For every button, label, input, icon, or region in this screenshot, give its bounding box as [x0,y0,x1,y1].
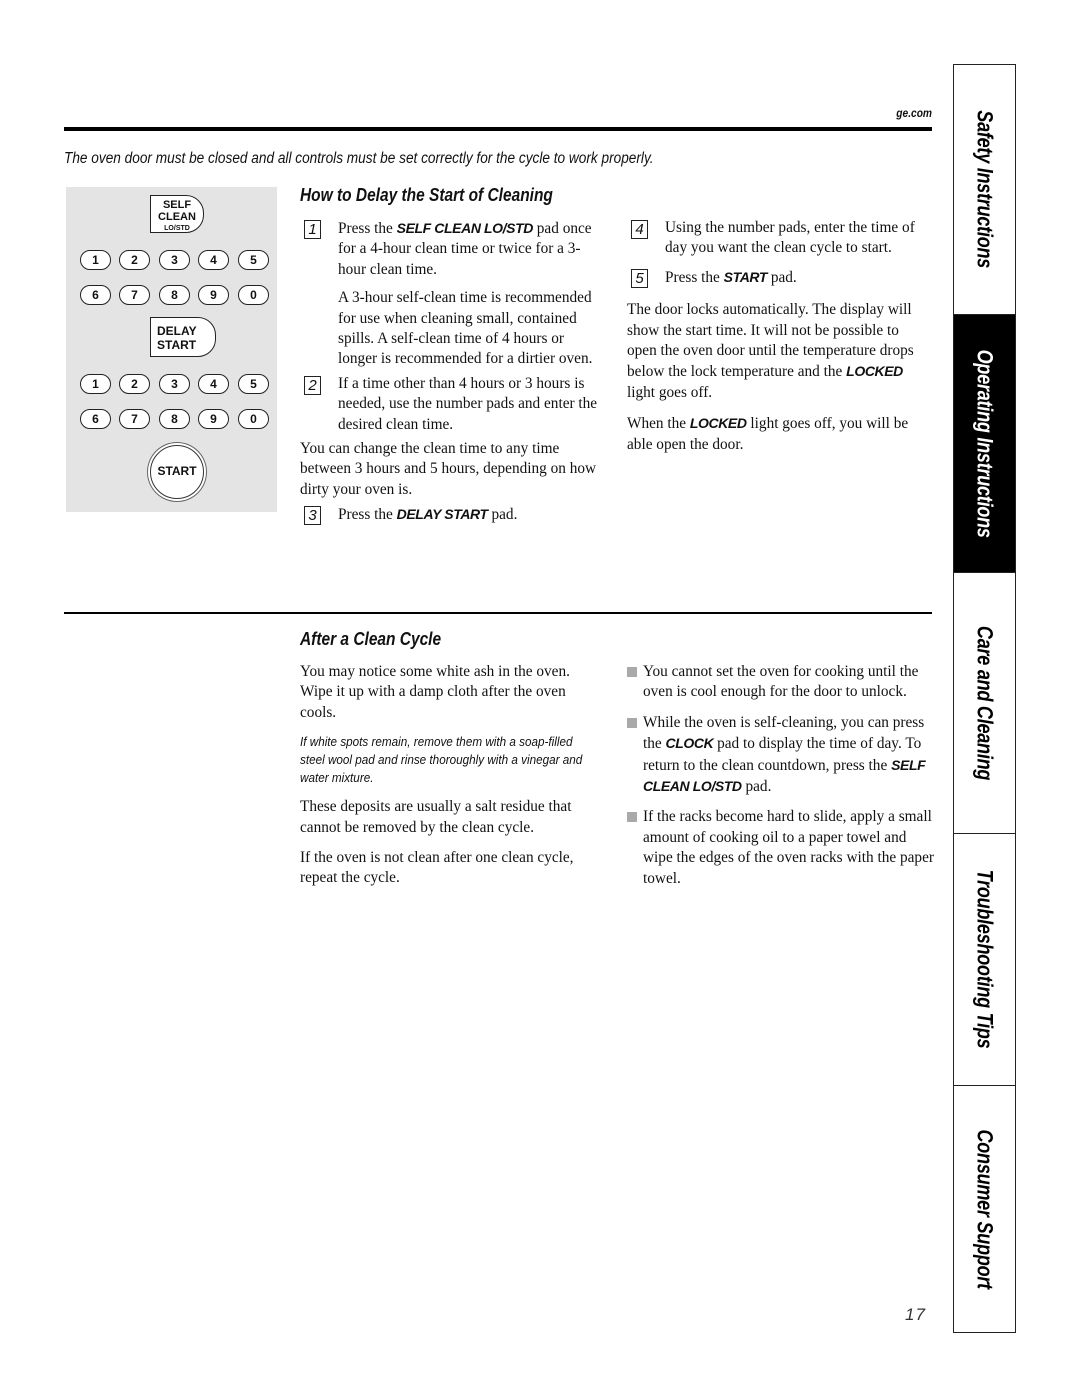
delay-start-pad: DELAY START [150,317,216,357]
step-5: 5 Press the START pad. [627,267,932,288]
digit-pad: 7 [119,409,150,429]
digit-pad: 0 [238,409,269,429]
tab-safety-instructions[interactable]: Safety Instructions [953,64,1016,315]
step-3: 3 Press the DELAY START pad. [300,504,600,526]
step-number: 1 [304,220,321,239]
start-pad: START [150,445,204,499]
step-number: 3 [304,506,321,526]
white-spots-note: If white spots remain, remove them with … [300,734,583,786]
step-2: 2 If a time other than 4 hours or 3 hour… [300,374,600,435]
digit-pad: 9 [198,285,229,305]
digit-pad: 4 [198,374,229,394]
digit-pad: 8 [159,409,190,429]
repeat-cycle-paragraph: If the oven is not clean after one clean… [300,849,574,887]
page-number: 17 [905,1305,926,1324]
digit-pad: 4 [198,250,229,270]
step-1: 1 Press the SELF CLEAN LO/STD pad once f… [300,218,600,280]
after-section-title: After a Clean Cycle [300,629,442,649]
delay-section-title: How to Delay the Start of Cleaning [300,185,553,205]
door-lock-paragraph: The door locks automatically. The displa… [627,301,914,401]
digit-pad: 3 [159,374,190,394]
digit-pad: 0 [238,285,269,305]
digit-pad: 3 [159,250,190,270]
digit-pad: 8 [159,285,190,305]
bullet-square-icon [627,812,637,823]
tab-operating-instructions[interactable]: Operating Instructions [953,314,1016,573]
self-clean-pad: SELF CLEAN LO/STD [150,195,204,233]
delay-left-column: 1 Press the SELF CLEAN LO/STD pad once f… [300,218,600,534]
header-rule [64,127,932,131]
tab-consumer-support[interactable]: Consumer Support [953,1085,1016,1333]
digit-pad: 1 [80,250,111,270]
digit-pad: 2 [119,374,150,394]
bullet-item: While the oven is self-cleaning, you can… [627,713,937,798]
tab-care-and-cleaning[interactable]: Care and Cleaning [953,572,1016,834]
site-url[interactable]: ge.com [871,106,932,120]
step-number: 4 [631,220,648,239]
section-rule [64,612,932,614]
bullet-item: You cannot set the oven for cooking unti… [627,662,937,703]
salt-residue-paragraph: These deposits are usually a salt residu… [300,798,572,836]
delay-right-column: 4 Using the number pads, enter the time … [627,218,932,465]
after-right-column: You cannot set the oven for cooking unti… [627,662,937,899]
digit-pad: 5 [238,374,269,394]
after-left-column: You may notice some white ash in the ove… [300,662,605,899]
door-open-paragraph: When the LOCKED light goes off, you will… [627,415,909,453]
bullet-square-icon [627,717,637,728]
step-1-note: A 3-hour self-clean time is recommended … [338,289,593,368]
change-time-note: You can change the clean time to any tim… [300,440,597,498]
control-panel-illustration: SELF CLEAN LO/STD 1 2 3 4 5 6 7 8 9 0 DE… [66,187,277,512]
digit-pad: 6 [80,285,111,305]
step-number: 2 [304,375,321,395]
digit-pad: 1 [80,374,111,394]
digit-pad: 9 [198,409,229,429]
digit-pad: 2 [119,250,150,270]
digit-pad: 7 [119,285,150,305]
ash-paragraph: You may notice some white ash in the ove… [300,663,570,721]
intro-text: The oven door must be closed and all con… [64,150,654,167]
bullet-square-icon [627,667,637,677]
tab-troubleshooting-tips[interactable]: Troubleshooting Tips [953,833,1016,1086]
step-4: 4 Using the number pads, enter the time … [627,218,932,259]
digit-pad: 5 [238,250,269,270]
bullet-item: If the racks become hard to slide, apply… [627,807,937,889]
digit-pad: 6 [80,409,111,429]
step-number: 5 [631,268,648,288]
